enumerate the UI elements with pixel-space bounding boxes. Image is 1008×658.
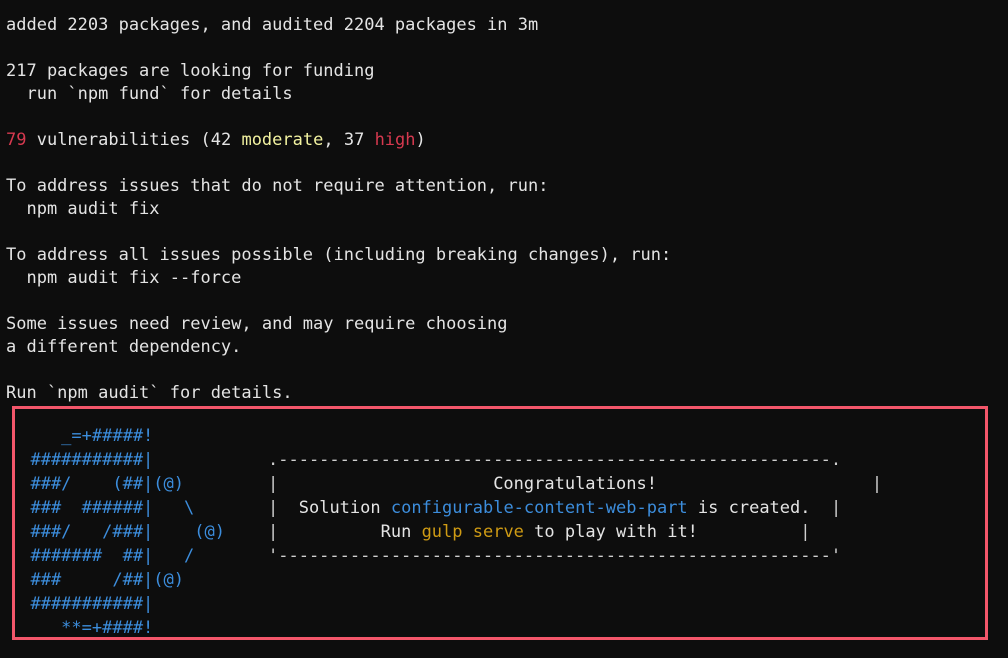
review-notice-line-1: Some issues need review, and may require… xyxy=(6,313,1008,336)
fix-hint-command-text: npm audit fix xyxy=(6,199,160,219)
message-box-right-border: | xyxy=(830,498,842,518)
ascii-art-line: ###/ (##|(@) xyxy=(10,474,184,494)
spacer-text xyxy=(364,130,374,150)
close-paren: ) xyxy=(415,130,426,150)
funding-details-line: run `npm fund` for details xyxy=(6,83,1008,106)
ascii-art-line: **=+####! xyxy=(10,618,154,638)
vulnerability-label: vulnerabilities ( xyxy=(26,130,211,150)
message-box-bottom-border: '---------------------------------------… xyxy=(268,546,842,566)
force-hint-heading-text: To address all issues possible (includin… xyxy=(6,245,672,265)
spacer-text xyxy=(231,130,241,150)
force-hint-command: npm audit fix --force xyxy=(6,267,1008,290)
moderate-severity-label: moderate xyxy=(241,130,324,150)
ascii-art-line: ### /##|(@) xyxy=(10,570,184,590)
ascii-art-logo: _=+#####! ###########| ###/ (##|(@) ### … xyxy=(10,424,225,640)
solution-line-suffix: is created. xyxy=(687,498,811,518)
message-box-top-border: .---------------------------------------… xyxy=(268,450,842,470)
high-count: 37 xyxy=(343,130,365,150)
fix-hint-heading: To address issues that do not require at… xyxy=(6,175,1008,198)
run-line-prefix: Run xyxy=(380,522,422,542)
force-hint-heading: To address all issues possible (includin… xyxy=(6,244,1008,267)
ascii-art-line: ###/ /###| (@) xyxy=(10,522,225,542)
force-hint-command-text: npm audit fix --force xyxy=(6,268,242,288)
review-notice-line-2: a different dependency. xyxy=(6,336,1008,359)
terminal-output-pane[interactable]: added 2203 packages, and audited 2204 pa… xyxy=(0,0,1008,658)
gulp-serve-command: gulp serve xyxy=(421,522,524,542)
ascii-art-line: ### ######| \ xyxy=(10,498,195,518)
audit-details-line: Run `npm audit` for details. xyxy=(6,382,1008,405)
message-box-right-border: | xyxy=(871,474,883,494)
funding-count-text: 217 packages are looking for funding xyxy=(6,61,375,81)
funding-count-line: 217 packages are looking for funding xyxy=(6,60,1008,83)
congratulations-heading: Congratulations! xyxy=(493,474,657,494)
message-box-left-border: | xyxy=(268,522,279,542)
fix-hint-heading-text: To address issues that do not require at… xyxy=(6,176,549,196)
severity-separator: , xyxy=(323,130,344,150)
review-notice-text-2: a different dependency. xyxy=(6,337,242,357)
ascii-art-line: ###########| xyxy=(10,594,154,614)
run-line-suffix: to play with it! xyxy=(523,522,698,542)
ascii-art-line: _=+#####! xyxy=(10,426,154,446)
message-box-left-border: | xyxy=(268,474,279,494)
moderate-count: 42 xyxy=(210,130,232,150)
fix-hint-command: npm audit fix xyxy=(6,198,1008,221)
review-notice-text-1: Some issues need review, and may require… xyxy=(6,314,508,334)
high-severity-label: high xyxy=(374,130,416,150)
ascii-art-line: ####### ##| / xyxy=(10,546,195,566)
install-summary-line: added 2203 packages, and audited 2204 pa… xyxy=(6,14,1008,37)
congratulations-message-box: .---------------------------------------… xyxy=(268,448,882,568)
audit-details-text: Run `npm audit` for details. xyxy=(6,383,293,403)
message-box-left-border: | xyxy=(268,498,279,518)
vulnerability-total-count: 79 xyxy=(6,130,27,150)
solution-name: configurable-content-web-part xyxy=(390,498,688,518)
solution-line-prefix: Solution xyxy=(298,498,391,518)
install-summary-text: added 2203 packages, and audited 2204 pa… xyxy=(6,15,539,35)
vulnerabilities-line: 79 vulnerabilities (42 moderate, 37 high… xyxy=(6,129,1008,152)
message-box-right-border: | xyxy=(800,522,811,542)
ascii-art-line: ###########| xyxy=(10,450,154,470)
funding-details-text: run `npm fund` for details xyxy=(6,84,293,104)
